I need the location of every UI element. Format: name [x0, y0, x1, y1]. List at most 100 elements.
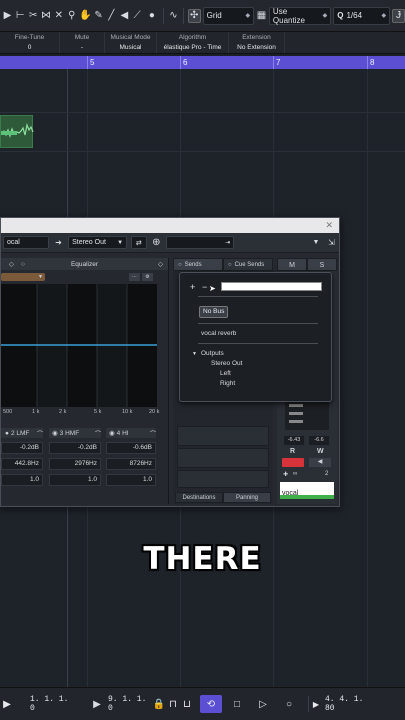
fader-handle[interactable]	[289, 412, 303, 415]
line-tool-icon[interactable]: ╱	[106, 9, 117, 23]
settings-icon[interactable]: ◇	[158, 260, 163, 268]
punch-out-icon[interactable]: ⊔	[180, 695, 194, 713]
vocal-reverb-item[interactable]: vocal reverb	[201, 330, 236, 337]
window-titlebar[interactable]: ✕	[1, 218, 339, 233]
sends-view-icon[interactable]: ⊕	[151, 236, 162, 250]
snap-type-dropdown[interactable]: Grid ◆	[202, 6, 255, 25]
band-power-icon[interactable]: ●	[5, 430, 9, 437]
band-4-freq[interactable]: 8726Hz	[106, 458, 156, 470]
insert-slot-bar[interactable]: ⇥	[165, 236, 235, 249]
fader-handle[interactable]	[289, 420, 303, 423]
right-output-item[interactable]: Right	[220, 380, 235, 387]
record-button[interactable]	[282, 458, 304, 467]
info-fine-tune[interactable]: Fine-Tune 0	[0, 32, 60, 53]
channel-name-field[interactable]: ocal	[3, 236, 49, 249]
right-locator[interactable]: 9. 1. 1. 0	[104, 695, 152, 713]
eq-curve-display[interactable]	[1, 284, 157, 407]
transport-position[interactable]: 4. 4. 1. 80	[321, 695, 375, 713]
band-power-icon[interactable]: ◉	[109, 429, 115, 437]
timeline-ruler[interactable]: 5 6 7 8	[0, 56, 405, 69]
speaker-tool-icon[interactable]: ◀	[119, 9, 130, 23]
insert-icon[interactable]: ✚	[283, 471, 288, 478]
band-shape-icon[interactable]: ⌒	[37, 429, 43, 438]
band-shape-icon[interactable]: ⌒	[95, 429, 101, 438]
hand-tool-icon[interactable]: ✋	[79, 9, 91, 23]
band-3-gain[interactable]: -0.2dB	[49, 442, 101, 454]
expand-all-icon[interactable]: +	[190, 282, 195, 292]
left-output-item[interactable]: Left	[220, 370, 231, 377]
link-icon[interactable]: ⇄	[131, 236, 147, 249]
time-warp-icon[interactable]: ⟋	[132, 9, 143, 23]
band-power-icon[interactable]: ◉	[52, 429, 58, 437]
band-shape-icon[interactable]: ⌒	[150, 429, 156, 438]
chevron-down-icon: ▼	[117, 239, 124, 246]
chevron-down-icon[interactable]: ▼	[310, 236, 321, 250]
no-bus-item[interactable]: No Bus	[199, 306, 229, 318]
eq-settings-icon[interactable]: ⚙	[142, 273, 153, 281]
output-routing-dropdown[interactable]: Stereo Out ▼	[68, 236, 128, 249]
quantize-dropdown[interactable]: Use Quantize ◆	[268, 6, 332, 25]
stop-button[interactable]: □	[226, 695, 248, 713]
stereo-out-item[interactable]: Stereo Out	[211, 360, 242, 367]
link-icon[interactable]: ∞	[293, 471, 297, 477]
band-2-freq[interactable]: 442.8Hz	[1, 458, 43, 470]
erase-tool-icon[interactable]: ✕	[53, 9, 64, 23]
window-export-icon[interactable]: ⇲	[326, 236, 337, 250]
band-2-q[interactable]: 1.0	[1, 474, 43, 486]
send-slot[interactable]	[177, 448, 269, 468]
grid-size-dropdown[interactable]: Q 1/64 ◆	[333, 6, 391, 25]
split-tool-icon[interactable]: ✂	[28, 9, 39, 23]
close-icon[interactable]: ✕	[325, 220, 333, 231]
band-2-gain[interactable]: -0.2dB	[1, 442, 43, 454]
tab-panning[interactable]: Panning	[223, 492, 271, 503]
outputs-group[interactable]: Outputs	[201, 350, 224, 357]
arrow-tool-icon[interactable]: ▶	[2, 9, 13, 23]
snap-toggle-icon[interactable]: ✣	[187, 8, 201, 23]
preset-dropdown[interactable]: ▼	[1, 273, 45, 281]
audio-event[interactable]	[0, 115, 34, 148]
cycle-button[interactable]: ⟲	[200, 695, 222, 713]
play-button[interactable]: ▷	[252, 695, 274, 713]
punch-in-icon[interactable]: ⊓	[166, 695, 180, 713]
band-4-gain[interactable]: -0.6dB	[106, 442, 156, 454]
left-locator[interactable]: 1. 1. 1. 0	[14, 695, 74, 713]
band-4-q[interactable]: 1.0	[106, 474, 156, 486]
band-3-q[interactable]: 1.0	[49, 474, 101, 486]
fader-handle[interactable]	[289, 404, 303, 407]
tab-destinations[interactable]: Destinations	[175, 492, 223, 503]
info-algorithm[interactable]: Algorithm élastique Pro - Time	[157, 32, 229, 53]
lock-icon[interactable]: 🔒	[152, 695, 166, 713]
settings-icon[interactable]: ◇	[9, 260, 14, 268]
glue-tool-icon[interactable]: ⋈	[41, 9, 52, 23]
color-palette-icon[interactable]: ●	[145, 9, 159, 23]
record-transport-button[interactable]: ○	[278, 695, 300, 713]
info-value: Musical	[119, 44, 142, 51]
mute-button[interactable]: M	[277, 258, 307, 271]
collapse-all-icon[interactable]: −	[202, 282, 207, 292]
monitor-button[interactable]: ◀	[309, 458, 331, 467]
draw-tool-icon[interactable]: ✎	[93, 9, 104, 23]
power-icon[interactable]: ○	[21, 261, 25, 268]
zoom-tool-icon[interactable]: ⚲	[66, 9, 77, 23]
info-mute[interactable]: Mute -	[60, 32, 105, 53]
tab-sends[interactable]: ○ Sends	[173, 258, 223, 271]
send-slot[interactable]	[177, 470, 269, 488]
go-to-left-locator-icon[interactable]: ▶	[0, 695, 14, 713]
info-extension[interactable]: Extension No Extension	[229, 32, 285, 53]
band-3-freq[interactable]: 2976Hz	[49, 458, 101, 470]
eq-mode-icon[interactable]: ⋯	[129, 273, 140, 281]
freq-label: 20 k	[149, 409, 160, 415]
tab-cue-sends[interactable]: ○ Cue Sends	[223, 258, 273, 271]
auto-scroll-icon[interactable]: ∿	[168, 9, 179, 23]
range-tool-icon[interactable]: ⊢	[15, 9, 26, 23]
info-musical-mode[interactable]: Musical Mode Musical	[105, 32, 157, 53]
info-header: Musical Mode	[110, 34, 151, 41]
iterative-quantize-icon[interactable]: Ɉ	[392, 8, 405, 23]
send-slot[interactable]	[177, 426, 269, 446]
fader-area[interactable]	[285, 398, 329, 430]
solo-button[interactable]: S	[307, 258, 337, 271]
destination-search-input[interactable]	[221, 282, 322, 291]
channel-name-plate[interactable]: vocal	[280, 482, 334, 499]
go-to-right-locator-icon[interactable]: ▶	[90, 697, 104, 711]
expand-arrow-icon[interactable]: ▼	[192, 351, 197, 357]
